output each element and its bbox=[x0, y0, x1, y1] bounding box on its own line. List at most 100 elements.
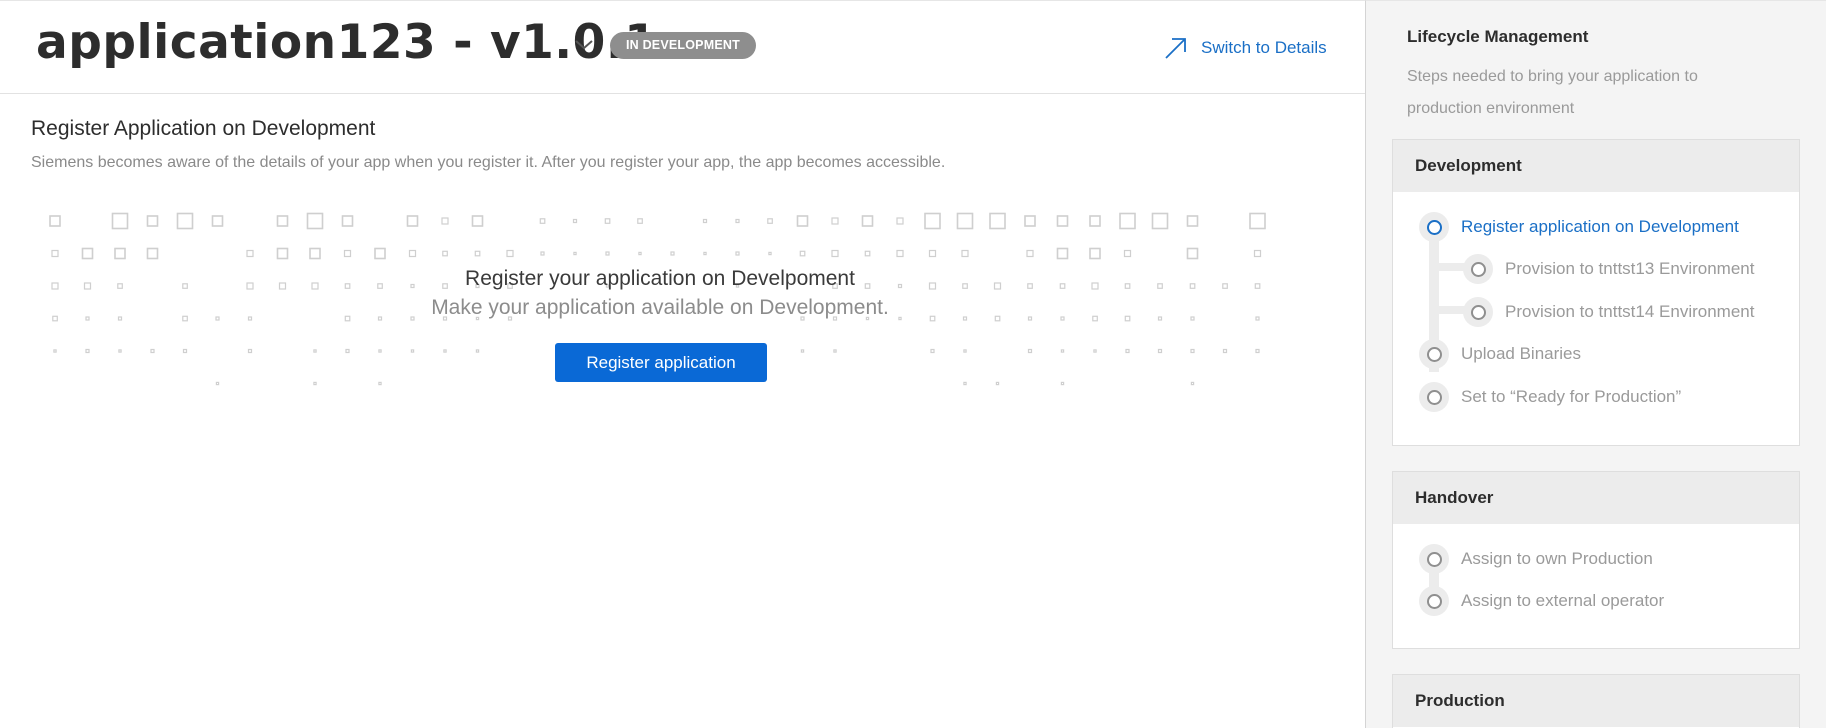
step-assign-own-production[interactable]: Assign to own Production bbox=[1419, 544, 1653, 574]
pattern-square bbox=[313, 349, 317, 353]
pattern-square bbox=[475, 349, 480, 353]
pattern-square bbox=[378, 381, 382, 386]
pattern-square bbox=[85, 348, 90, 354]
pattern-square bbox=[51, 249, 59, 258]
circle-outline-icon bbox=[1419, 339, 1449, 369]
pattern-square bbox=[1093, 349, 1097, 353]
pattern-square bbox=[341, 215, 354, 227]
pattern-square bbox=[703, 251, 707, 256]
pattern-square bbox=[1125, 348, 1130, 354]
status-badge: IN DEVELOPMENT bbox=[610, 32, 756, 59]
step-register-development[interactable]: Register application on Development bbox=[1419, 212, 1739, 242]
pattern-square bbox=[861, 215, 874, 227]
pattern-square bbox=[215, 316, 220, 321]
pattern-square bbox=[1157, 283, 1163, 289]
pattern-square bbox=[1186, 215, 1199, 227]
page-header: application123 - v1.0.1 IN DEVELOPMENT S… bbox=[0, 1, 1365, 94]
pattern-square bbox=[799, 250, 806, 257]
empty-state-subtitle: Make your application available on Devel… bbox=[431, 296, 889, 319]
circle-outline-icon bbox=[1419, 382, 1449, 412]
switch-to-details-label: Switch to Details bbox=[1201, 38, 1327, 57]
arrow-up-right-icon bbox=[1165, 38, 1186, 59]
lifecycle-description: Steps needed to bring your application t… bbox=[1407, 68, 1698, 117]
stage-card-handover: Handover Assign to own Production Assign… bbox=[1392, 471, 1800, 649]
step-assign-external-operator[interactable]: Assign to external operator bbox=[1419, 586, 1664, 616]
pattern-square bbox=[83, 282, 92, 290]
pattern-square bbox=[831, 217, 839, 225]
pattern-square bbox=[276, 215, 289, 227]
pattern-square bbox=[443, 349, 447, 353]
pattern-square bbox=[1249, 212, 1266, 230]
pattern-square bbox=[1189, 283, 1196, 289]
pattern-square bbox=[833, 349, 837, 353]
stage-title-production: Production bbox=[1393, 675, 1799, 727]
pattern-square bbox=[1254, 283, 1261, 289]
stage-card-production: Production bbox=[1392, 674, 1800, 728]
pattern-square bbox=[278, 282, 287, 290]
pattern-square bbox=[995, 381, 1000, 386]
pattern-square bbox=[410, 349, 415, 353]
pattern-square bbox=[956, 212, 974, 230]
pattern-square bbox=[442, 250, 448, 257]
pattern-square bbox=[994, 315, 1001, 322]
register-application-button[interactable]: Register application bbox=[555, 343, 767, 382]
step-provision-tnttst13[interactable]: Provision to tnttst13 Environment bbox=[1463, 254, 1754, 284]
pattern-square bbox=[374, 247, 386, 260]
pattern-square bbox=[1060, 349, 1065, 353]
pattern-square bbox=[1253, 249, 1262, 258]
pattern-square bbox=[1123, 249, 1132, 258]
pattern-square bbox=[118, 349, 122, 353]
pattern-square bbox=[928, 249, 937, 258]
pattern-square bbox=[146, 215, 159, 227]
pattern-square bbox=[343, 249, 352, 258]
pattern-square bbox=[1186, 247, 1199, 260]
pattern-square bbox=[211, 215, 224, 227]
stage-card-development: Development Register application on Deve… bbox=[1392, 139, 1800, 446]
pattern-square bbox=[831, 249, 839, 258]
step-upload-binaries[interactable]: Upload Binaries bbox=[1419, 339, 1581, 369]
step-label: Provision to tnttst13 Environment bbox=[1505, 259, 1755, 278]
circle-outline-icon bbox=[1419, 212, 1449, 242]
pattern-square bbox=[1026, 249, 1034, 258]
pattern-square bbox=[637, 218, 643, 224]
pattern-square bbox=[1024, 215, 1036, 227]
pattern-square bbox=[246, 282, 254, 290]
lifecycle-panel: Lifecycle Management Steps needed to bri… bbox=[1365, 0, 1826, 728]
pattern-square bbox=[306, 212, 324, 230]
pattern-square bbox=[85, 316, 90, 321]
pattern-square bbox=[735, 251, 740, 256]
pattern-square bbox=[150, 348, 155, 354]
pattern-square bbox=[1027, 348, 1033, 354]
step-provision-tnttst14[interactable]: Provision to tnttst14 Environment bbox=[1463, 297, 1754, 327]
step-label: Assign to own Production bbox=[1461, 549, 1653, 568]
pattern-square bbox=[1222, 283, 1228, 289]
pattern-square bbox=[924, 212, 941, 230]
pattern-square bbox=[276, 247, 289, 260]
switch-to-details-link[interactable]: Switch to Details bbox=[1163, 33, 1327, 63]
pattern-square bbox=[638, 251, 642, 256]
pattern-square bbox=[1060, 316, 1065, 321]
page-title: application123 - v1.0.1 bbox=[36, 15, 658, 70]
pattern-square bbox=[345, 348, 350, 354]
pattern-square bbox=[1151, 212, 1169, 230]
pattern-square bbox=[1190, 348, 1195, 354]
empty-state-title: Register your application on Develpoment bbox=[465, 267, 855, 290]
pattern-square bbox=[735, 218, 740, 224]
pattern-square bbox=[309, 247, 321, 260]
pattern-square bbox=[962, 283, 968, 289]
pattern-square bbox=[702, 218, 708, 224]
pattern-square bbox=[767, 218, 773, 224]
pattern-square bbox=[896, 249, 904, 258]
pattern-square bbox=[311, 282, 319, 290]
chevron-down-icon bbox=[575, 40, 593, 50]
pattern-square bbox=[81, 247, 94, 260]
pattern-square bbox=[539, 218, 546, 224]
circle-outline-icon bbox=[1463, 254, 1493, 284]
step-ready-for-production[interactable]: Set to “Ready for Production” bbox=[1419, 382, 1681, 412]
version-dropdown-toggle[interactable] bbox=[570, 31, 598, 59]
pattern-square bbox=[963, 349, 967, 353]
pattern-square bbox=[1027, 316, 1033, 321]
step-label: Provision to tnttst14 Environment bbox=[1505, 302, 1755, 321]
pattern-square bbox=[146, 247, 159, 260]
pattern-square bbox=[1089, 247, 1101, 260]
